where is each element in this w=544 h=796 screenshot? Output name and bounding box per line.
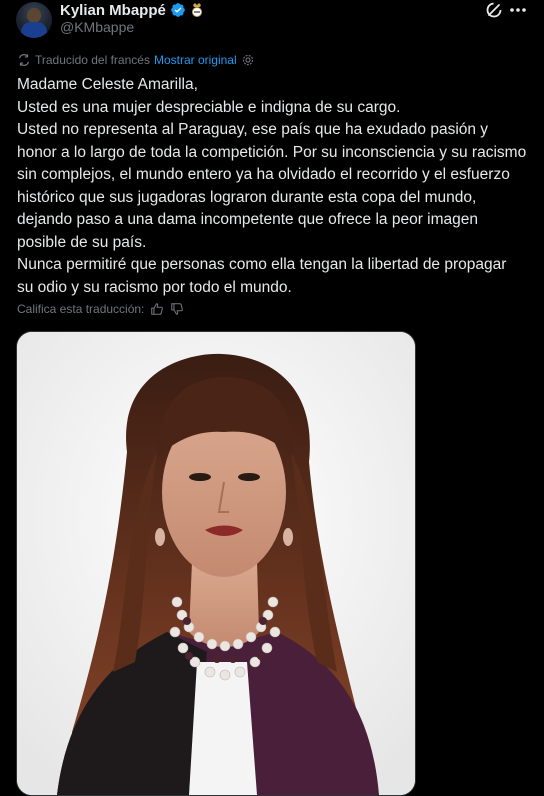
show-original-link[interactable]: Mostrar original [154, 53, 237, 67]
verified-badge-icon [171, 3, 185, 17]
portrait-image [17, 332, 415, 795]
more-icon[interactable] [508, 0, 528, 20]
translated-from-label: Traducido del francés [35, 53, 150, 67]
grok-icon[interactable] [484, 0, 504, 20]
author-name[interactable]: Kylian Mbappé [60, 2, 166, 19]
tweet-paragraph: Madame Celeste Amarilla, [17, 76, 198, 93]
tweet-photo[interactable] [16, 331, 416, 796]
translate-icon [19, 54, 29, 66]
thumbs-down-icon[interactable] [170, 302, 184, 316]
translation-notice: Traducido del francés Mostrar original [17, 52, 255, 68]
gear-icon[interactable] [241, 53, 255, 67]
thumbs-up-icon[interactable] [150, 302, 164, 316]
author-handle[interactable]: @KMbappe [60, 19, 134, 35]
author-name-row: Kylian Mbappé [60, 0, 204, 20]
club-crest-icon [191, 3, 202, 17]
tweet-text: Madame Celeste Amarilla, Usted es una mu… [17, 74, 527, 299]
tweet-paragraph: Nunca permitiré que personas como ella t… [17, 256, 507, 296]
tweet-header: Kylian Mbappé @KMbappe [0, 0, 544, 44]
tweet-paragraph: Usted es una mujer despreciable e indign… [17, 98, 401, 116]
avatar[interactable] [16, 2, 52, 38]
rate-translation-row: Califica esta traducción: [17, 300, 184, 318]
tweet-paragraph: Usted no representa al Paraguay, ese paí… [17, 121, 527, 251]
rate-translation-label: Califica esta traducción: [17, 302, 145, 316]
